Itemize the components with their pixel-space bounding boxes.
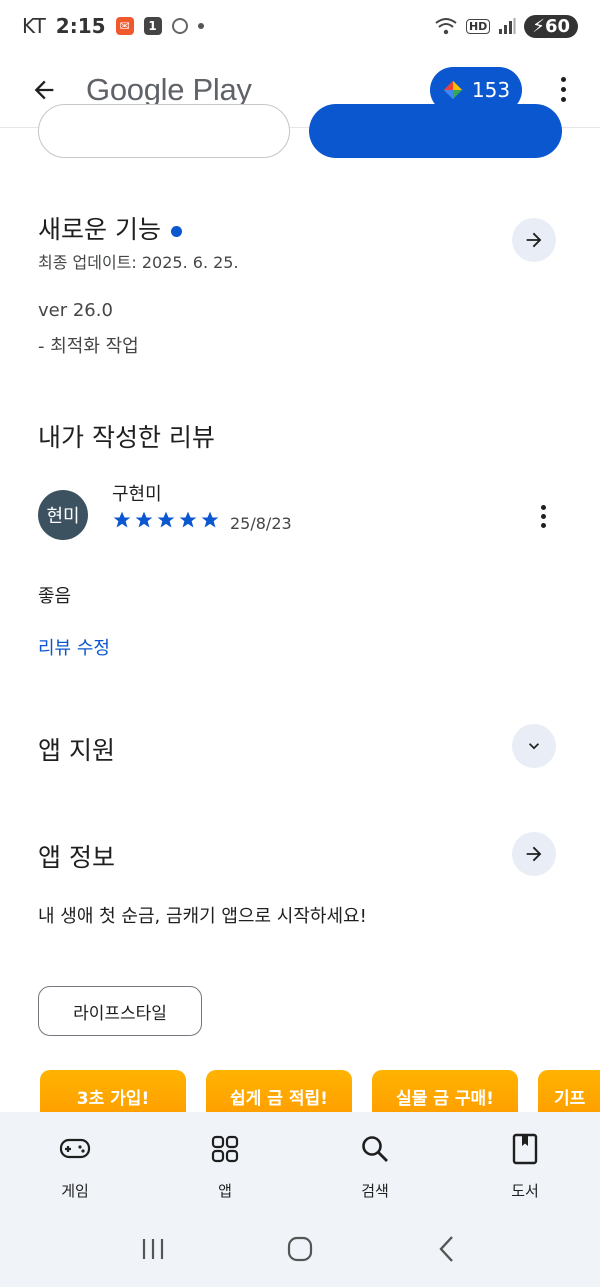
nav-games[interactable]: 게임	[0, 1112, 150, 1210]
release-note-text: - 최적화 작업	[38, 336, 139, 357]
bottom-navigation: 게임 앱 검색 도서	[0, 1112, 600, 1210]
star-icon	[113, 511, 131, 528]
more-notifications-dot	[197, 23, 204, 29]
wifi-icon	[435, 18, 457, 35]
category-chip[interactable]: 라이프스타일	[38, 986, 202, 1036]
chrome-icon	[171, 18, 188, 34]
battery-indicator: ⚡60	[524, 14, 578, 38]
reviewer-name: 구현미	[112, 484, 162, 505]
whats-new-arrow-button[interactable]	[512, 218, 556, 262]
notification-app-icon: ✉	[115, 17, 134, 35]
star-icon	[179, 511, 197, 528]
star-icon	[135, 511, 153, 528]
nav-search-label: 검색	[361, 1182, 389, 1200]
play-points-icon	[443, 80, 463, 99]
review-date: 25/8/23	[230, 514, 292, 533]
home-icon[interactable]	[280, 1229, 320, 1269]
back-nav-icon[interactable]	[427, 1229, 467, 1269]
promo-title: 3초 가입!	[76, 1089, 150, 1109]
apps-grid-icon	[208, 1132, 242, 1166]
nav-books[interactable]: 도서	[450, 1112, 600, 1210]
notification-number-icon: 1	[143, 17, 162, 35]
review-text: 좋음	[38, 586, 72, 607]
primary-action-button[interactable]	[309, 104, 562, 158]
carrier-label: KT	[22, 14, 46, 38]
more-options-icon[interactable]	[548, 68, 578, 112]
app-info-arrow-button[interactable]	[512, 832, 556, 876]
nav-apps[interactable]: 앱	[150, 1112, 300, 1210]
nav-games-label: 게임	[61, 1182, 89, 1200]
secondary-action-button[interactable]	[38, 104, 290, 158]
review-more-icon[interactable]	[531, 496, 555, 536]
status-bar: KT 2:15 ✉ 1 HD ⚡60	[0, 0, 600, 52]
app-info-title: 앱 정보	[38, 843, 115, 872]
system-navigation-bar	[0, 1210, 600, 1287]
recent-apps-icon[interactable]	[133, 1229, 173, 1269]
app-description: 내 생애 첫 순금, 금캐기 앱으로 시작하세요!	[38, 906, 367, 927]
whats-new-title: 새로운 기능	[38, 210, 182, 246]
chevron-down-icon	[529, 743, 539, 750]
whats-new-title-text: 새로운 기능	[38, 215, 161, 244]
clock: 2:15	[55, 14, 106, 38]
arrow-right-icon	[526, 846, 542, 862]
search-icon	[358, 1132, 392, 1166]
arrow-right-icon	[526, 232, 542, 248]
hd-icon: HD	[465, 18, 491, 34]
play-points-count: 153	[471, 77, 511, 102]
version-text: ver 26.0	[38, 300, 113, 321]
promo-title: 실물 금 구매!	[396, 1089, 494, 1109]
gamepad-icon	[58, 1132, 92, 1166]
star-icon	[157, 511, 175, 528]
nav-apps-label: 앱	[218, 1182, 232, 1200]
my-review-title: 내가 작성한 리뷰	[38, 423, 215, 452]
battery-level: 60	[544, 15, 570, 37]
rating-stars	[112, 510, 220, 530]
app-support-title: 앱 지원	[38, 736, 115, 765]
promo-title: 쉽게 금 적립!	[230, 1089, 328, 1109]
new-indicator-dot	[170, 225, 182, 237]
star-icon	[201, 511, 219, 528]
app-support-expand-button[interactable]	[512, 724, 556, 768]
edit-review-link[interactable]: 리뷰 수정	[38, 634, 110, 660]
last-updated-text: 최종 업데이트: 2025. 6. 25.	[38, 253, 239, 272]
page-title: Google Play	[86, 71, 252, 107]
avatar: 현미	[38, 490, 88, 540]
signal-icon	[499, 18, 516, 34]
nav-books-label: 도서	[511, 1182, 539, 1200]
nav-search[interactable]: 검색	[300, 1112, 450, 1210]
book-icon	[508, 1132, 542, 1166]
